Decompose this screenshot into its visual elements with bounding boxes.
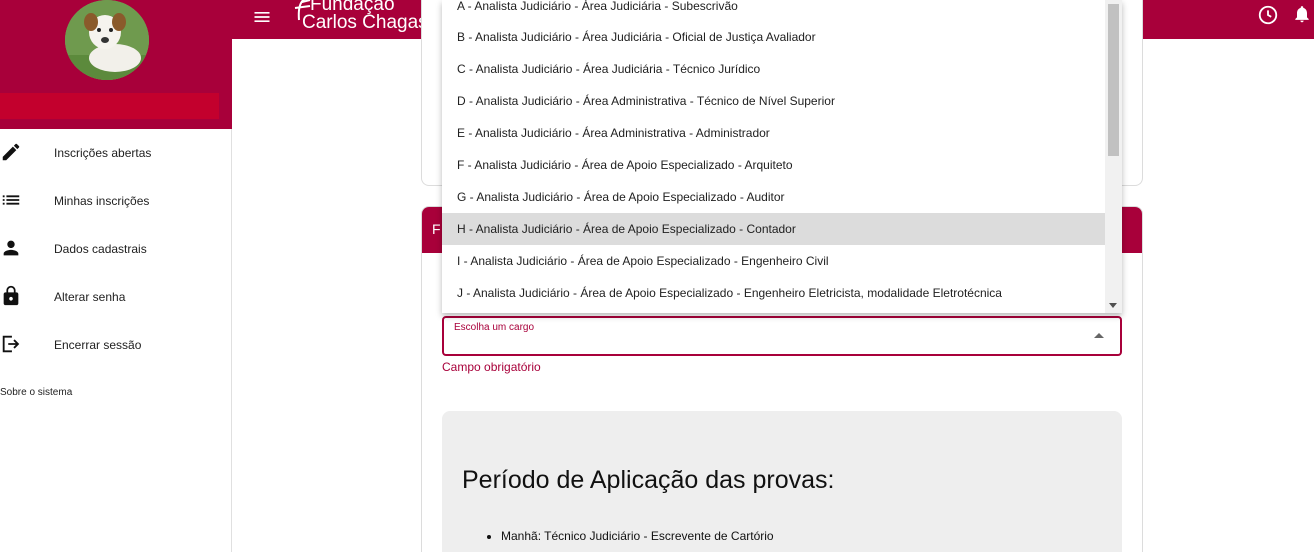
dropdown-option[interactable]: F - Analista Judiciário - Área de Apoio … xyxy=(442,149,1105,181)
pencil-icon xyxy=(2,143,20,161)
sidebar-item-label: Minhas inscrições xyxy=(54,194,150,208)
sidebar-item-encerrar-sessao[interactable]: Encerrar sessão xyxy=(0,321,231,369)
cargo-select[interactable]: Escolha um cargo xyxy=(442,316,1122,356)
sidebar-item-alterar-senha[interactable]: Alterar senha xyxy=(0,273,231,321)
logo-line2: Carlos Chagas xyxy=(302,12,428,33)
sidebar-header xyxy=(0,0,232,129)
scroll-down-arrow-icon[interactable] xyxy=(1109,303,1117,308)
exam-period-list: Manhã: Técnico Judiciário - Escrevente d… xyxy=(501,529,774,549)
bell-icon[interactable] xyxy=(1292,3,1312,25)
sidebar-item-inscricoes-abertas[interactable]: Inscrições abertas xyxy=(0,129,231,177)
about-system-link[interactable]: Sobre o sistema xyxy=(0,387,72,398)
sidebar: Inscrições abertas Minhas inscrições Dad… xyxy=(0,0,232,552)
exam-period-title: Período de Aplicação das provas: xyxy=(462,466,835,494)
sidebar-item-label: Dados cadastrais xyxy=(54,242,147,256)
logout-icon xyxy=(2,335,20,353)
sidebar-item-label: Inscrições abertas xyxy=(54,146,152,160)
user-name-bar xyxy=(0,93,219,119)
list-item-text: Técnico Judiciário - Escrevente de Cartó… xyxy=(544,529,774,543)
dropdown-arrow-icon xyxy=(1094,333,1104,338)
dropdown-option[interactable]: J - Analista Judiciário - Área de Apoio … xyxy=(442,277,1105,309)
dropdown-option[interactable]: G - Analista Judiciário - Área de Apoio … xyxy=(442,181,1105,213)
dropdown-option[interactable]: D - Analista Judiciário - Área Administr… xyxy=(442,85,1105,117)
sidebar-item-label: Alterar senha xyxy=(54,290,126,304)
dropdown-option[interactable]: I - Analista Judiciário - Área de Apoio … xyxy=(442,245,1105,277)
form-card-title: F xyxy=(432,221,441,237)
dropdown-option[interactable]: A - Analista Judiciário - Área Judiciári… xyxy=(442,0,1105,22)
clock-icon[interactable] xyxy=(1257,4,1279,26)
avatar[interactable] xyxy=(65,0,149,80)
list-item: Manhã: Técnico Judiciário - Escrevente d… xyxy=(501,529,774,543)
sidebar-item-label: Encerrar sessão xyxy=(54,338,142,352)
exam-period-box: Período de Aplicação das provas: Manhã: … xyxy=(442,411,1122,552)
sidebar-item-minhas-inscricoes[interactable]: Minhas inscrições xyxy=(0,177,231,225)
lock-icon xyxy=(3,285,19,306)
dropdown-scrollbar-thumb[interactable] xyxy=(1108,4,1119,156)
dropdown-option[interactable]: C - Analista Judiciário - Área Judiciári… xyxy=(442,53,1105,85)
cargo-dropdown-panel: A - Analista Judiciário - Área Judiciári… xyxy=(442,0,1122,313)
person-icon xyxy=(3,240,19,256)
dropdown-option[interactable]: B - Analista Judiciário - Área Judiciári… xyxy=(442,21,1105,53)
sidebar-item-dados-cadastrais[interactable]: Dados cadastrais xyxy=(0,225,231,273)
cargo-select-label: Escolha um cargo xyxy=(454,322,535,333)
dropdown-option[interactable]: E - Analista Judiciário - Área Administr… xyxy=(442,117,1105,149)
list-icon xyxy=(2,195,20,205)
dropdown-option-highlighted[interactable]: H - Analista Judiciário - Área de Apoio … xyxy=(442,213,1105,245)
menu-icon[interactable] xyxy=(252,7,272,27)
list-item-label: Manhã: xyxy=(501,529,542,543)
required-hint: Campo obrigatório xyxy=(442,360,541,374)
